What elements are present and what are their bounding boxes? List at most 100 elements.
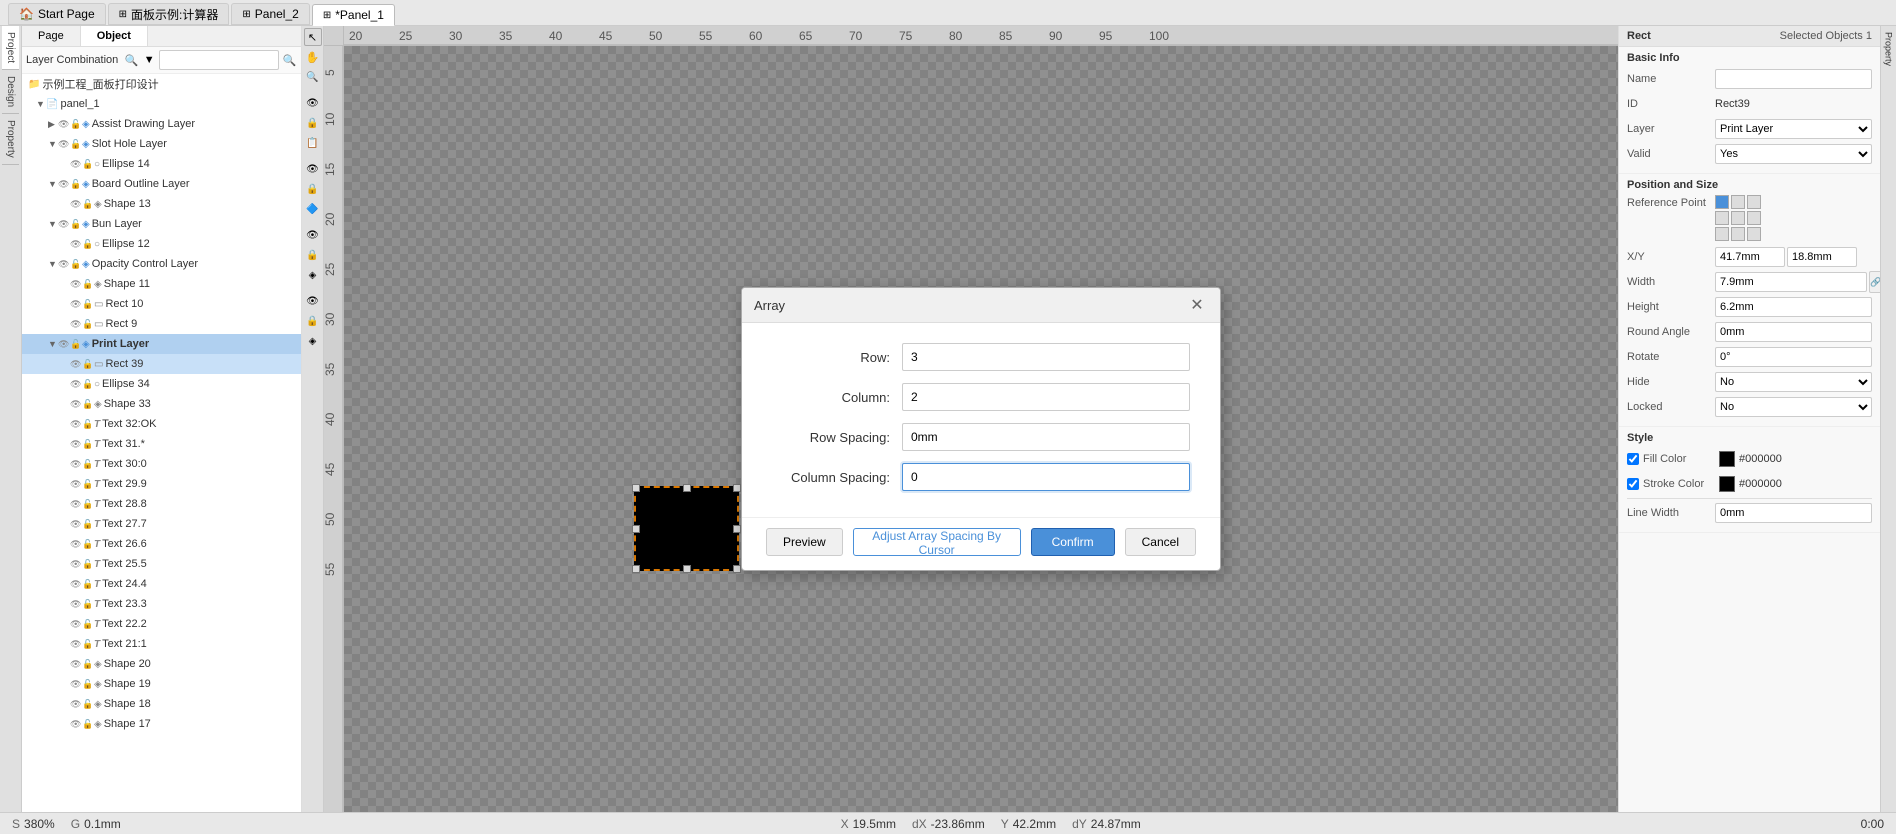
cancel-button[interactable]: Cancel	[1125, 528, 1196, 556]
lock-r10[interactable]: 🔓	[82, 299, 94, 310]
search-button[interactable]: 🔍	[124, 51, 139, 69]
eye-s19[interactable]: 👁	[70, 679, 82, 690]
valid-select[interactable]: Yes No	[1715, 144, 1872, 164]
eye-s20[interactable]: 👁	[70, 659, 82, 670]
eye-t32[interactable]: 👁	[70, 419, 82, 430]
eye-print[interactable]: 👁	[58, 339, 70, 350]
v-tab-project[interactable]: Project	[2, 26, 19, 70]
ref-dot-bl[interactable]	[1715, 227, 1729, 241]
eye-slot[interactable]: 👁	[58, 139, 70, 150]
column-input[interactable]	[902, 383, 1190, 411]
lock-aspect-button[interactable]: 🔗	[1869, 271, 1880, 293]
eye-board[interactable]: 👁	[58, 179, 70, 190]
tree-item-shape19[interactable]: 👁 🔓 ◈ Shape 19	[22, 674, 301, 694]
ref-dot-mr[interactable]	[1747, 211, 1761, 225]
tool-e4[interactable]: 👁	[304, 226, 322, 244]
lock-e34[interactable]: 🔓	[82, 379, 94, 390]
tree-item-text28[interactable]: 👁 🔓 T Text 28.8	[22, 494, 301, 514]
ref-dot-tl[interactable]	[1715, 195, 1729, 209]
lock-e14[interactable]: 🔓	[82, 159, 94, 170]
tree-item-slot[interactable]: ▼ 👁 🔓 ◈ Slot Hole Layer	[22, 134, 301, 154]
tree-item-text26[interactable]: 👁 🔓 T Text 26.6	[22, 534, 301, 554]
tree-item-text29[interactable]: 👁 🔓 T Text 29.9	[22, 474, 301, 494]
eye-t26[interactable]: 👁	[70, 539, 82, 550]
lock-t25[interactable]: 🔓	[82, 559, 94, 570]
name-input[interactable]	[1715, 69, 1872, 89]
tree-item-shape18[interactable]: 👁 🔓 ◈ Shape 18	[22, 694, 301, 714]
adjust-cursor-button[interactable]: Adjust Array Spacing By Cursor	[853, 528, 1021, 556]
eye-r10[interactable]: 👁	[70, 299, 82, 310]
lock-opacity[interactable]: 🔓	[70, 259, 82, 270]
eye-t27[interactable]: 👁	[70, 519, 82, 530]
eye-t29[interactable]: 👁	[70, 479, 82, 490]
lock-s33[interactable]: 🔓	[82, 399, 94, 410]
rotate-input[interactable]	[1715, 347, 1872, 367]
tree-item-text23[interactable]: 👁 🔓 T Text 23.3	[22, 594, 301, 614]
eye-r9[interactable]: 👁	[70, 319, 82, 330]
tree-item-board[interactable]: ▼ 👁 🔓 ◈ Board Outline Layer	[22, 174, 301, 194]
eye-t28[interactable]: 👁	[70, 499, 82, 510]
stroke-color-swatch[interactable]	[1719, 476, 1735, 492]
lock-t26[interactable]: 🔓	[82, 539, 94, 550]
tab-start-page[interactable]: 🏠 Start Page	[8, 3, 106, 25]
lock-s11[interactable]: 🔓	[82, 279, 94, 290]
lock-s13[interactable]: 🔓	[82, 199, 94, 210]
lock-bun[interactable]: 🔓	[70, 219, 82, 230]
tab-panel2[interactable]: ⊞ Panel_2	[231, 3, 309, 25]
tool-e5[interactable]: 🔒	[304, 246, 322, 264]
ref-dot-br[interactable]	[1747, 227, 1761, 241]
tool-zoom[interactable]: 🔍	[304, 68, 322, 86]
tree-item-text22[interactable]: 👁 🔓 T Text 22.2	[22, 614, 301, 634]
preview-button[interactable]: Preview	[766, 528, 843, 556]
lock-board[interactable]: 🔓	[70, 179, 82, 190]
tool-e7[interactable]: 👁	[304, 292, 322, 310]
locked-select[interactable]: No Yes	[1715, 397, 1872, 417]
lock-t30[interactable]: 🔓	[82, 459, 94, 470]
tool-e8[interactable]: 🔒	[304, 312, 322, 330]
search-icon-btn[interactable]: 🔍	[282, 51, 297, 69]
eye-bun[interactable]: 👁	[58, 219, 70, 230]
filter-button[interactable]: ▼	[142, 51, 157, 69]
tab-calculator[interactable]: ⊞ 面板示例:计算器	[108, 3, 230, 25]
eye-s11[interactable]: 👁	[70, 279, 82, 290]
lock-s18[interactable]: 🔓	[82, 699, 94, 710]
tab-panel1[interactable]: ⊞ *Panel_1	[312, 4, 395, 26]
eye-s17[interactable]: 👁	[70, 719, 82, 730]
tool-e6[interactable]: ◈	[304, 266, 322, 284]
eye-t25[interactable]: 👁	[70, 559, 82, 570]
lock-t22[interactable]: 🔓	[82, 619, 94, 630]
ref-dot-tr[interactable]	[1747, 195, 1761, 209]
ref-dot-bc[interactable]	[1731, 227, 1745, 241]
eye-assist[interactable]: 👁	[58, 119, 70, 130]
lock-r9[interactable]: 🔓	[82, 319, 94, 330]
eye-e14[interactable]: 👁	[70, 159, 82, 170]
tab-page[interactable]: Page	[22, 26, 81, 46]
fill-color-checkbox[interactable]	[1627, 453, 1639, 465]
column-spacing-input[interactable]	[902, 463, 1190, 491]
lock-t21[interactable]: 🔓	[82, 639, 94, 650]
lock-slot[interactable]: 🔓	[70, 139, 82, 150]
tool-copy[interactable]: 📋	[304, 134, 322, 152]
tree-item-assist[interactable]: ▶ 👁 🔓 ◈ Assist Drawing Layer	[22, 114, 301, 134]
eye-s18[interactable]: 👁	[70, 699, 82, 710]
v-tab-property[interactable]: Property	[2, 114, 19, 165]
lock-t29[interactable]: 🔓	[82, 479, 94, 490]
eye-s33[interactable]: 👁	[70, 399, 82, 410]
eye-s13[interactable]: 👁	[70, 199, 82, 210]
right-v-tab-property[interactable]: Property	[1882, 26, 1896, 72]
eye-opacity[interactable]: 👁	[58, 259, 70, 270]
tree-item-text24[interactable]: 👁 🔓 T Text 24.4	[22, 574, 301, 594]
eye-t22[interactable]: 👁	[70, 619, 82, 630]
lock-t32[interactable]: 🔓	[82, 419, 94, 430]
lock-s17[interactable]: 🔓	[82, 719, 94, 730]
tree-item-text31[interactable]: 👁 🔓 T Text 31.*	[22, 434, 301, 454]
stroke-color-checkbox[interactable]	[1627, 478, 1639, 490]
tab-object[interactable]: Object	[81, 26, 148, 46]
round-angle-input[interactable]	[1715, 322, 1872, 342]
eye-e12[interactable]: 👁	[70, 239, 82, 250]
lock-s19[interactable]: 🔓	[82, 679, 94, 690]
tree-item-shape20[interactable]: 👁 🔓 ◈ Shape 20	[22, 654, 301, 674]
tree-item-shape13[interactable]: 👁 🔓 ◈ Shape 13	[22, 194, 301, 214]
row-input[interactable]	[902, 343, 1190, 371]
tree-item-text32[interactable]: 👁 🔓 T Text 32:OK	[22, 414, 301, 434]
